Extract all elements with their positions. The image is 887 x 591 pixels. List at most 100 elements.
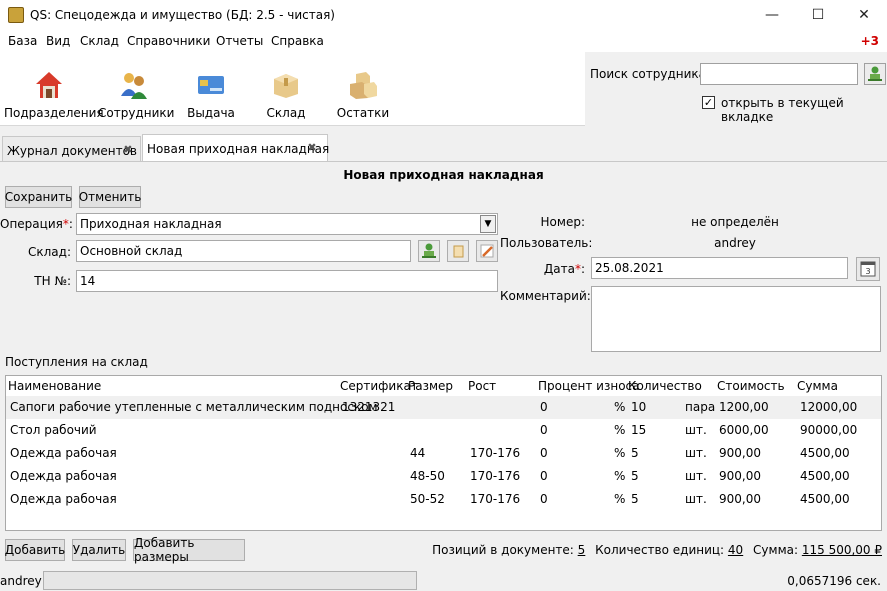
status-user: andrey <box>0 574 42 588</box>
table-row[interactable]: Сапоги рабочие утепленные с металлически… <box>6 396 881 419</box>
close-icon[interactable]: ✖ <box>306 142 318 154</box>
employee-search-input[interactable] <box>700 63 858 85</box>
cell-percent: % <box>614 400 626 414</box>
people-icon <box>121 73 147 99</box>
cell-quantity: 10 <box>631 400 647 414</box>
column-header-wear[interactable]: Процент износа <box>538 379 640 393</box>
cell-quantity: 5 <box>631 469 639 483</box>
menu-warehouse[interactable]: Склад <box>80 34 119 48</box>
tab-document-journal[interactable]: Журнал документов ✖ <box>2 136 141 162</box>
toolbar-issue[interactable]: Выдача <box>178 52 244 126</box>
operation-select[interactable]: Приходная накладная ▼ <box>76 213 498 235</box>
cell-percent: % <box>614 446 626 460</box>
cell-name: Одежда рабочая <box>10 492 117 506</box>
cell-quantity: 5 <box>631 492 639 506</box>
toolbar-warehouse[interactable]: Склад <box>254 52 318 126</box>
house-icon <box>36 72 62 98</box>
person-search-icon <box>422 243 436 258</box>
total-label: Сумма: <box>753 543 799 557</box>
toolbar-stock[interactable]: Остатки <box>332 52 394 126</box>
number-value: не определён <box>691 215 779 229</box>
table-row[interactable]: Одежда рабочая 48-50 170-176 0% 5 шт. 900,00 45… <box>6 465 881 488</box>
tab-new-receipt[interactable]: Новая приходная накладная ✖ <box>142 134 330 162</box>
close-button[interactable]: ✕ <box>841 0 887 30</box>
cell-certificate: 1321321 <box>342 400 396 414</box>
cell-wear: 0 <box>540 446 548 460</box>
toolbar-issue-label: Выдача <box>187 106 235 120</box>
open-in-current-tab-checkbox[interactable]: ✓ <box>702 96 715 109</box>
person-search-icon <box>868 66 882 81</box>
employee-search-button[interactable] <box>864 63 886 85</box>
cell-height: 170-176 <box>470 492 521 506</box>
column-header-sum[interactable]: Сумма <box>797 379 838 393</box>
svg-text:3: 3 <box>865 267 870 276</box>
cell-name: Стол рабочий <box>10 423 97 437</box>
date-label: Дата*: <box>543 262 585 276</box>
cell-wear: 0 <box>540 469 548 483</box>
box-icon <box>274 74 298 98</box>
menu-view[interactable]: Вид <box>46 34 70 48</box>
toolbar-departments-label: Подразделения <box>4 106 104 120</box>
maximize-button[interactable]: ☐ <box>795 0 841 30</box>
warehouse-field[interactable]: Основной склад <box>76 240 411 262</box>
warehouse-select-button[interactable] <box>418 240 440 262</box>
column-header-certificate[interactable]: Сертификат <box>340 379 418 393</box>
cell-price: 900,00 <box>719 492 761 506</box>
app-icon <box>8 7 24 23</box>
table-row[interactable]: Одежда рабочая 44 170-176 0% 5 шт. 900,00 4500,… <box>6 442 881 465</box>
arrivals-table[interactable]: Наименование Сертификат Размер Рост Проц… <box>5 375 882 531</box>
column-header-height[interactable]: Рост <box>468 379 496 393</box>
cell-unit: шт. <box>685 446 707 460</box>
toolbar-warehouse-label: Склад <box>266 106 306 120</box>
menu-reports[interactable]: Отчеты <box>216 34 263 48</box>
save-button[interactable]: Сохранить <box>5 186 72 208</box>
cell-unit: шт. <box>685 469 707 483</box>
toolbar: Подразделения Сотрудники Выдача Склад Ос… <box>0 52 585 126</box>
add-sizes-button[interactable]: Добавить размеры <box>133 536 245 564</box>
status-time: 0,0657196 сек. <box>787 574 881 588</box>
menu-base[interactable]: База <box>8 34 37 48</box>
column-header-price[interactable]: Стоимость <box>717 379 785 393</box>
tn-label: ТН №: <box>34 274 71 288</box>
menu-bar: База Вид Склад Справочники Отчеты Справк… <box>0 30 887 52</box>
minimize-button[interactable]: — <box>749 0 795 30</box>
notification-badge[interactable]: +3 <box>861 34 879 48</box>
warehouse-label: Склад: <box>28 245 71 259</box>
positions-label: Позиций в документе: <box>432 543 574 557</box>
cell-size: 50-52 <box>410 492 445 506</box>
menu-help[interactable]: Справка <box>271 34 324 48</box>
document-summary: Позиций в документе: 5 Количество единиц… <box>432 543 882 557</box>
cell-price: 6000,00 <box>719 423 769 437</box>
comment-textarea[interactable] <box>591 286 881 352</box>
open-in-current-tab-label: открыть в текущей вкладке <box>721 96 844 124</box>
tab-new-receipt-label: Новая приходная накладная <box>147 142 330 156</box>
cell-sum: 4500,00 <box>800 492 850 506</box>
document-icon <box>453 245 464 258</box>
table-row[interactable]: Стол рабочий 0% 15 шт. 6000,00 90000,00 <box>6 419 881 442</box>
cell-size: 48-50 <box>410 469 445 483</box>
user-value: andrey <box>714 236 756 250</box>
tn-field[interactable]: 14 <box>76 270 498 292</box>
column-header-quantity[interactable]: Количество <box>628 379 702 393</box>
delete-button[interactable]: Удалить <box>72 539 126 561</box>
add-button[interactable]: Добавить <box>5 539 65 561</box>
toolbar-employees[interactable]: Сотрудники <box>98 52 174 126</box>
positions-value: 5 <box>577 543 586 557</box>
column-header-name[interactable]: Наименование <box>8 379 101 393</box>
cell-wear: 0 <box>540 400 548 414</box>
warehouse-open-button[interactable] <box>447 240 469 262</box>
date-picker-button[interactable]: 3 <box>856 257 880 281</box>
units-label: Количество единиц: <box>595 543 725 557</box>
date-field[interactable]: 25.08.2021 <box>591 257 848 279</box>
number-label: Номер: <box>540 215 585 229</box>
table-row[interactable]: Одежда рабочая 50-52 170-176 0% 5 шт. 900,00 45… <box>6 488 881 511</box>
user-label: Пользователь: <box>500 236 593 250</box>
warehouse-edit-button[interactable] <box>476 240 498 262</box>
pencil-icon <box>480 244 494 258</box>
cancel-button[interactable]: Отменить <box>79 186 141 208</box>
column-header-size[interactable]: Размер <box>408 379 453 393</box>
toolbar-departments[interactable]: Подразделения <box>4 52 104 126</box>
menu-references[interactable]: Справочники <box>127 34 210 48</box>
chevron-down-icon[interactable]: ▼ <box>480 215 496 233</box>
close-icon[interactable]: ✖ <box>122 144 134 156</box>
